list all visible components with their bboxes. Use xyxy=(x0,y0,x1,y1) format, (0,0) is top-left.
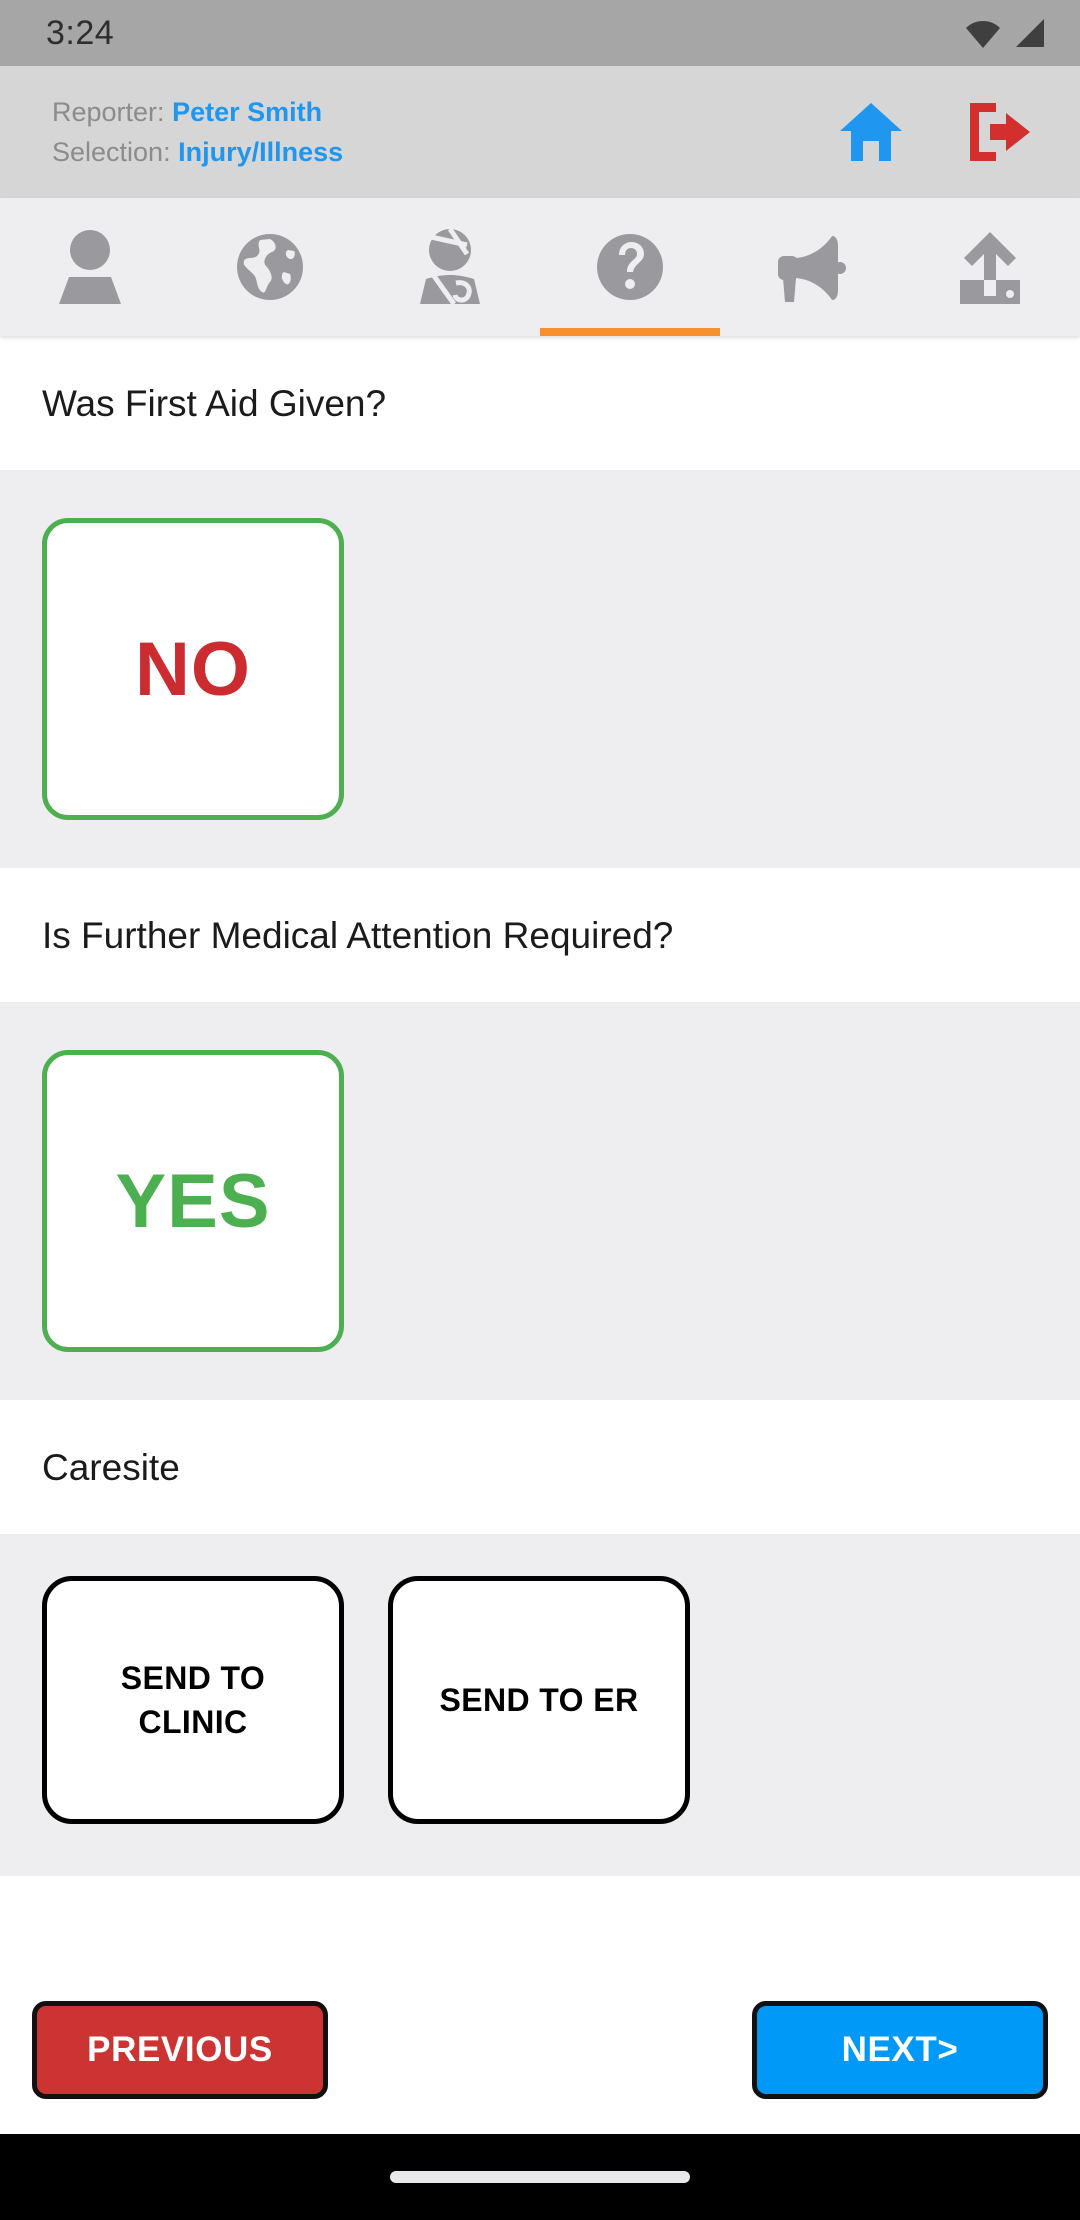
tab-announcements[interactable] xyxy=(720,198,900,336)
status-time: 3:24 xyxy=(46,13,115,52)
selection-value: Injury/Illness xyxy=(178,137,344,167)
megaphone-icon xyxy=(770,228,850,306)
tab-upload[interactable] xyxy=(900,198,1080,336)
navigation-footer: PREVIOUS NEXT> xyxy=(0,1966,1080,2134)
globe-icon xyxy=(232,228,308,306)
tab-globe[interactable] xyxy=(180,198,360,336)
choice-button-no[interactable]: NO xyxy=(42,518,344,820)
question-row-first-aid: Was First Aid Given? xyxy=(0,336,1080,470)
header-info: Reporter: Peter Smith Selection: Injury/… xyxy=(52,94,343,170)
tab-person[interactable] xyxy=(0,198,180,336)
previous-button[interactable]: PREVIOUS xyxy=(32,2001,328,2099)
send-to-er-button[interactable]: SEND TO ER xyxy=(388,1576,690,1824)
upload-icon xyxy=(950,228,1030,306)
app-root: 3:24 Reporter: Peter Smith Selection: In… xyxy=(0,0,1080,2220)
caresite-options-row: SEND TO CLINIC SEND TO ER xyxy=(0,1534,1080,1876)
next-button[interactable]: NEXT> xyxy=(752,2001,1048,2099)
choice-button-yes[interactable]: YES xyxy=(42,1050,344,1352)
send-to-clinic-label: SEND TO CLINIC xyxy=(120,1660,266,1740)
tab-injury[interactable] xyxy=(360,198,540,336)
question-label: Was First Aid Given? xyxy=(42,383,387,424)
person-icon xyxy=(52,228,128,306)
tab-questions[interactable] xyxy=(540,198,720,336)
signal-icon xyxy=(1012,17,1046,49)
choice-label-yes: YES xyxy=(115,1158,271,1244)
content-spacer xyxy=(0,1876,1080,1966)
question-mark-circle-icon xyxy=(592,228,668,306)
previous-button-label: PREVIOUS xyxy=(87,2030,273,2069)
send-to-clinic-button[interactable]: SEND TO CLINIC xyxy=(42,1576,344,1824)
reporter-label: Reporter: xyxy=(52,97,165,127)
content-area: Was First Aid Given? NO Is Further Medic… xyxy=(0,336,1080,1966)
injured-person-icon xyxy=(410,228,490,306)
reporter-value: Peter Smith xyxy=(172,97,323,127)
gesture-navigation-bar xyxy=(0,2134,1080,2220)
question-row-medical-attention: Is Further Medical Attention Required? xyxy=(0,868,1080,1002)
wifi-icon xyxy=(964,17,1002,49)
header-actions xyxy=(838,101,1042,163)
question-row-caresite: Caresite xyxy=(0,1400,1080,1534)
reporter-line: Reporter: Peter Smith xyxy=(52,94,343,130)
caresite-label: Caresite xyxy=(42,1447,180,1488)
choice-label-no: NO xyxy=(135,626,251,712)
status-bar: 3:24 xyxy=(0,0,1080,66)
answer-row-first-aid: NO xyxy=(0,470,1080,868)
send-to-er-label: SEND TO ER xyxy=(439,1682,639,1718)
status-bar-icons xyxy=(964,17,1046,49)
selection-label: Selection: xyxy=(52,137,171,167)
app-header: Reporter: Peter Smith Selection: Injury/… xyxy=(0,66,1080,198)
answer-row-medical-attention: YES xyxy=(0,1002,1080,1400)
tab-bar xyxy=(0,198,1080,336)
gesture-handle[interactable] xyxy=(390,2171,690,2183)
next-button-label: NEXT> xyxy=(841,2030,959,2069)
selection-line: Selection: Injury/Illness xyxy=(52,134,343,170)
question-label: Is Further Medical Attention Required? xyxy=(42,915,674,956)
home-icon[interactable] xyxy=(838,101,904,163)
logout-icon[interactable] xyxy=(966,101,1032,163)
